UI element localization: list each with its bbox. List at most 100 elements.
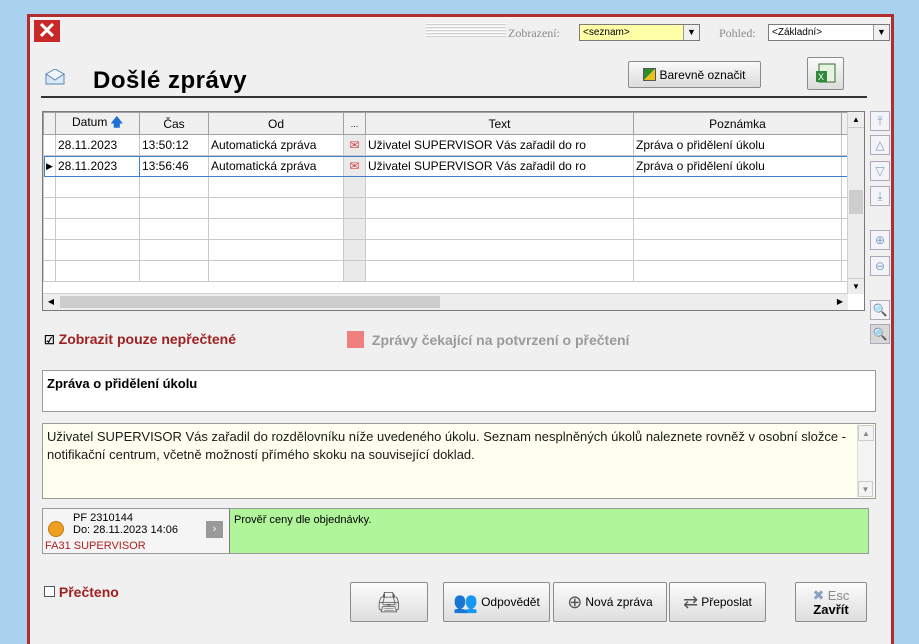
view-select-value: <seznam> [583, 27, 630, 38]
cell-time: 13:50:12 [139, 134, 209, 156]
cell-time: 13:56:46 [139, 155, 209, 177]
close-icon: ✖ [812, 586, 825, 603]
column-header-more[interactable]: ... [343, 112, 366, 135]
cell-text: Uživatel SUPERVISOR Vás zařadil do ro [365, 155, 634, 177]
print-button[interactable]: 🖨 [350, 582, 428, 622]
task-number: PF 2310144 [73, 512, 133, 524]
task-description: Prověř ceny dle objednávky. [229, 509, 868, 553]
scroll-right-icon[interactable]: ▶ [832, 294, 848, 310]
svg-text:X: X [818, 72, 824, 82]
task-card[interactable]: PF 2310144 Do: 28.11.2023 14:06 FA31 SUP… [42, 508, 869, 554]
current-row-arrow-icon: ▶ [43, 155, 56, 177]
scroll-down-icon[interactable]: ▼ [848, 278, 864, 294]
task-info: PF 2310144 Do: 28.11.2023 14:06 [73, 512, 178, 536]
task-due: Do: 28.11.2023 14:06 [73, 524, 178, 536]
messages-window: ✕ Zobrazení: <seznam> ▼ Pohled: <Základn… [27, 14, 894, 644]
read-label: Přečteno [58, 584, 119, 600]
color-mark-label: Barevně označit [659, 67, 746, 82]
mail-icon: ✉ [343, 134, 366, 156]
awaiting-receipt-legend: Zprávy čekající na potvrzení o přečtení [347, 331, 629, 348]
awaiting-receipt-label: Zprávy čekající na potvrzení o přečtení [371, 332, 630, 348]
sort-up-icon: 🡅 [110, 115, 124, 129]
forward-icon: ⇄ [683, 591, 699, 612]
cell-note: Zpráva o přidělení úkolu [633, 155, 842, 177]
scroll-down-icon[interactable]: ▼ [858, 481, 873, 497]
table-row[interactable]: ▶ 28.11.2023 13:56:46 Automatická zpráva… [43, 155, 850, 177]
scroll-left-icon[interactable]: ◀ [43, 294, 59, 310]
close-window-icon[interactable]: ✕ [34, 20, 60, 42]
unread-only-checkbox[interactable]: ☑ Zobrazit pouze nepřečtené [44, 331, 236, 347]
page-title: Došlé zprávy [93, 67, 248, 94]
close-button[interactable]: ✖ Esc Zavřít [795, 582, 867, 622]
export-excel-button[interactable]: X [807, 57, 844, 90]
next-record-icon[interactable]: ▽ [870, 161, 890, 181]
grid-vertical-scrollbar[interactable]: ▲ ▼ [847, 112, 864, 294]
table-row[interactable]: 28.11.2023 13:50:12 Automatická zpráva ✉… [43, 134, 850, 156]
zoom-out-icon[interactable]: ⊖ [870, 256, 890, 276]
zoom-in-icon[interactable]: ⊕ [870, 230, 890, 250]
drag-grip[interactable] [426, 23, 506, 37]
message-body-text: Uživatel SUPERVISOR Vás zařadil do rozdě… [47, 429, 846, 462]
column-header-from[interactable]: Od [208, 112, 344, 135]
printer-icon: 🖨 [376, 591, 402, 614]
forward-button[interactable]: ⇄ Přeposlat [669, 582, 766, 622]
new-message-button[interactable]: ⊕ Nová zpráva [553, 582, 667, 622]
search-icon[interactable]: 🔍 [870, 300, 890, 320]
reply-icon: 👥 [453, 591, 479, 614]
column-header-note[interactable]: Poznámka [633, 112, 842, 135]
checkbox-checked-icon[interactable]: ☑ [44, 333, 55, 347]
message-subject: Zpráva o přidělení úkolu [42, 370, 876, 412]
empty-row [43, 218, 850, 240]
first-record-icon[interactable]: ⤒ [870, 111, 890, 131]
view-select[interactable]: <seznam> ▼ [579, 24, 700, 41]
cell-from: Automatická zpráva [208, 134, 344, 156]
chevron-right-icon[interactable]: › [206, 521, 223, 538]
column-header-text[interactable]: Text [365, 112, 634, 135]
envelope-icon [45, 69, 65, 85]
empty-row [43, 260, 850, 282]
last-record-icon[interactable]: ⤓ [870, 186, 890, 206]
task-assignee: FA31 SUPERVISOR [45, 540, 146, 552]
perspective-select[interactable]: <Základní> ▼ [768, 24, 890, 41]
chevron-down-icon[interactable]: ▼ [683, 25, 699, 40]
scroll-thumb[interactable] [849, 190, 863, 214]
empty-row [43, 176, 850, 198]
close-label: Zavřít [813, 601, 849, 617]
row-indicator [43, 134, 56, 156]
cell-note: Zpráva o přidělení úkolu [633, 134, 842, 156]
empty-row [43, 197, 850, 219]
h-scroll-thumb[interactable] [60, 296, 440, 308]
excel-icon: X [815, 63, 835, 82]
cell-text: Uživatel SUPERVISOR Vás zařadil do ro [365, 134, 634, 156]
scroll-up-icon[interactable]: ▲ [858, 425, 874, 441]
cell-from: Automatická zpráva [208, 155, 344, 177]
task-status-dot-icon [48, 521, 64, 537]
reply-label: Odpovědět [481, 595, 540, 609]
body-scrollbar[interactable]: ▲ ▼ [857, 425, 874, 497]
mail-icon: ✉ [343, 155, 366, 177]
empty-row [43, 239, 850, 261]
perspective-select-value: <Základní> [772, 27, 823, 38]
message-body: Uživatel SUPERVISOR Vás zařadil do rozdě… [42, 423, 876, 499]
pink-swatch-icon [347, 331, 364, 348]
checkbox-unchecked-icon[interactable] [44, 586, 55, 597]
view-label: Zobrazení: [508, 26, 560, 40]
reply-button[interactable]: 👥 Odpovědět [443, 582, 550, 622]
messages-grid[interactable]: Datum 🡅 Čas Od ... Text Poznámka 28.11.2… [42, 111, 865, 311]
grid-header: Datum 🡅 Čas Od ... Text Poznámka [43, 112, 850, 135]
close-key-label: Esc [827, 587, 850, 603]
grid-horizontal-scrollbar[interactable]: ◀ ▶ [43, 293, 848, 310]
cell-date[interactable]: 28.11.2023 [55, 155, 140, 177]
perspective-label: Pohled: [719, 26, 756, 40]
cell-date: 28.11.2023 [55, 134, 140, 156]
chevron-down-icon[interactable]: ▼ [873, 25, 889, 40]
new-message-label: Nová zpráva [585, 595, 653, 609]
scroll-up-icon[interactable]: ▲ [848, 112, 864, 128]
previous-record-icon[interactable]: △ [870, 135, 890, 155]
column-header-date[interactable]: Datum 🡅 [55, 112, 140, 135]
search-disabled-icon[interactable]: 🔍 [870, 324, 890, 344]
read-checkbox[interactable]: Přečteno [44, 584, 119, 600]
color-mark-button[interactable]: Barevně označit [628, 61, 761, 88]
column-header-time[interactable]: Čas [139, 112, 209, 135]
row-indicator-header [43, 112, 56, 135]
